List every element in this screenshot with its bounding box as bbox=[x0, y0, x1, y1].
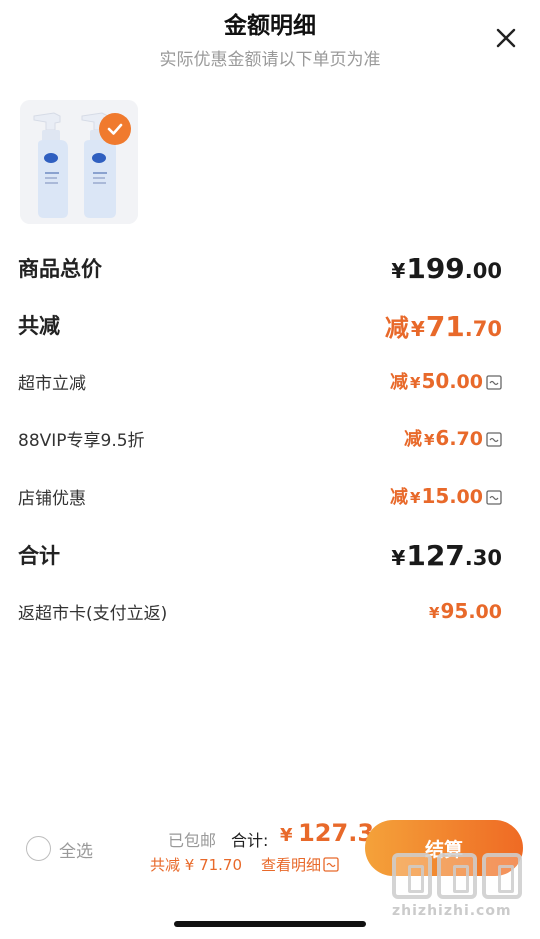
watermark: zhizhizhi.com bbox=[392, 853, 532, 933]
discount-amount: 减 ¥ 50 .00 bbox=[390, 368, 502, 394]
detail-doc-icon[interactable] bbox=[486, 375, 502, 390]
watermark-glyph bbox=[437, 853, 477, 899]
select-all-checkbox[interactable] bbox=[26, 836, 51, 861]
yen-symbol: ¥ bbox=[410, 489, 421, 507]
discount-label: 店铺优惠 bbox=[18, 488, 86, 509]
total-value: 127.3 bbox=[298, 819, 375, 847]
minus-prefix: 减 bbox=[390, 487, 409, 508]
amount-integer: 71 bbox=[425, 309, 465, 343]
sheet-subtitle: 实际优惠金额请以下单页为准 bbox=[159, 50, 381, 70]
discount-amount: 减 ¥ 15 .00 bbox=[390, 483, 502, 509]
minus-prefix: 减 bbox=[403, 429, 422, 450]
amount-decimal: .70 bbox=[449, 428, 483, 450]
close-button[interactable] bbox=[492, 24, 520, 52]
shipping-label: 已包邮 bbox=[168, 831, 217, 850]
amount-integer: 127 bbox=[406, 538, 465, 572]
row-discount-supermarket[interactable]: 超市立减 减 ¥ 50 .00 bbox=[18, 366, 502, 396]
amount-decimal: .70 bbox=[464, 316, 502, 341]
saving-text: 共减 ¥ 71.70 bbox=[150, 856, 243, 874]
cashback-amount: ¥ 95 .00 bbox=[429, 599, 502, 623]
select-all-label[interactable]: 全选 bbox=[59, 837, 93, 862]
watermark-glyph bbox=[392, 853, 432, 899]
sum-label: 合计 bbox=[18, 544, 60, 568]
watermark-glyph bbox=[482, 853, 522, 899]
total-discount-amount: 减 ¥ 71 .70 bbox=[385, 308, 502, 343]
goods-total-amount: ¥ 199 .00 bbox=[391, 252, 502, 285]
checkmark-icon bbox=[107, 123, 123, 135]
detail-doc-icon[interactable] bbox=[486, 490, 502, 505]
detail-doc-icon[interactable] bbox=[486, 432, 502, 447]
total-label: 合计: bbox=[231, 831, 269, 850]
product-selected-check[interactable] bbox=[99, 113, 131, 145]
row-goods-total: 商品总价 ¥ 199 .00 bbox=[18, 251, 502, 285]
watermark-site: zhizhizhi.com bbox=[392, 903, 512, 919]
amount-decimal: .00 bbox=[449, 486, 483, 508]
row-discount-store[interactable]: 店铺优惠 减 ¥ 15 .00 bbox=[18, 481, 502, 511]
detail-doc-icon bbox=[323, 857, 339, 872]
row-total-discount: 共减 减 ¥ 71 .70 bbox=[18, 308, 502, 343]
amount-decimal: .00 bbox=[468, 601, 502, 623]
goods-total-label: 商品总价 bbox=[18, 257, 102, 281]
watermark-logo bbox=[392, 853, 532, 899]
total-amount: ¥ 127.3 bbox=[280, 819, 374, 847]
discount-label: 超市立减 bbox=[18, 373, 86, 394]
home-indicator bbox=[174, 921, 366, 927]
yen-symbol: ¥ bbox=[391, 545, 406, 570]
amount-decimal: .00 bbox=[464, 258, 502, 283]
yen-symbol: ¥ bbox=[391, 258, 406, 283]
total-discount-label: 共减 bbox=[18, 314, 60, 338]
sum-amount: ¥ 127 .30 bbox=[391, 539, 502, 572]
amount-decimal: .00 bbox=[449, 371, 483, 393]
close-icon bbox=[496, 28, 516, 48]
yen-symbol: ¥ bbox=[423, 431, 435, 449]
yen-symbol: ¥ bbox=[410, 316, 425, 341]
discount-amount: 减 ¥ 6 .70 bbox=[404, 425, 502, 451]
amount-integer: 199 bbox=[406, 251, 465, 285]
cashback-label: 返超市卡(支付立返) bbox=[18, 603, 168, 624]
amount-integer: 15 bbox=[421, 484, 450, 508]
row-sum: 合计 ¥ 127 .30 bbox=[18, 538, 502, 572]
minus-prefix: 减 bbox=[384, 313, 409, 342]
row-cashback: 返超市卡(支付立返) ¥ 95 .00 bbox=[18, 596, 502, 626]
discount-label: 88VIP专享9.5折 bbox=[18, 430, 145, 451]
view-detail-link[interactable]: 查看明细 bbox=[261, 854, 339, 875]
amount-decimal: .30 bbox=[464, 545, 502, 570]
yen-symbol: ¥ bbox=[429, 604, 440, 622]
yen-symbol: ¥ bbox=[410, 374, 421, 392]
yen-symbol: ¥ bbox=[280, 825, 293, 846]
amount-integer: 6 bbox=[435, 426, 450, 450]
minus-prefix: 减 bbox=[390, 372, 409, 393]
view-detail-label: 查看明细 bbox=[261, 856, 322, 874]
sheet-title: 金额明细 bbox=[224, 13, 316, 39]
row-discount-88vip[interactable]: 88VIP专享9.5折 减 ¥ 6 .70 bbox=[18, 423, 502, 453]
amount-integer: 95 bbox=[440, 599, 469, 623]
amount-integer: 50 bbox=[421, 369, 450, 393]
